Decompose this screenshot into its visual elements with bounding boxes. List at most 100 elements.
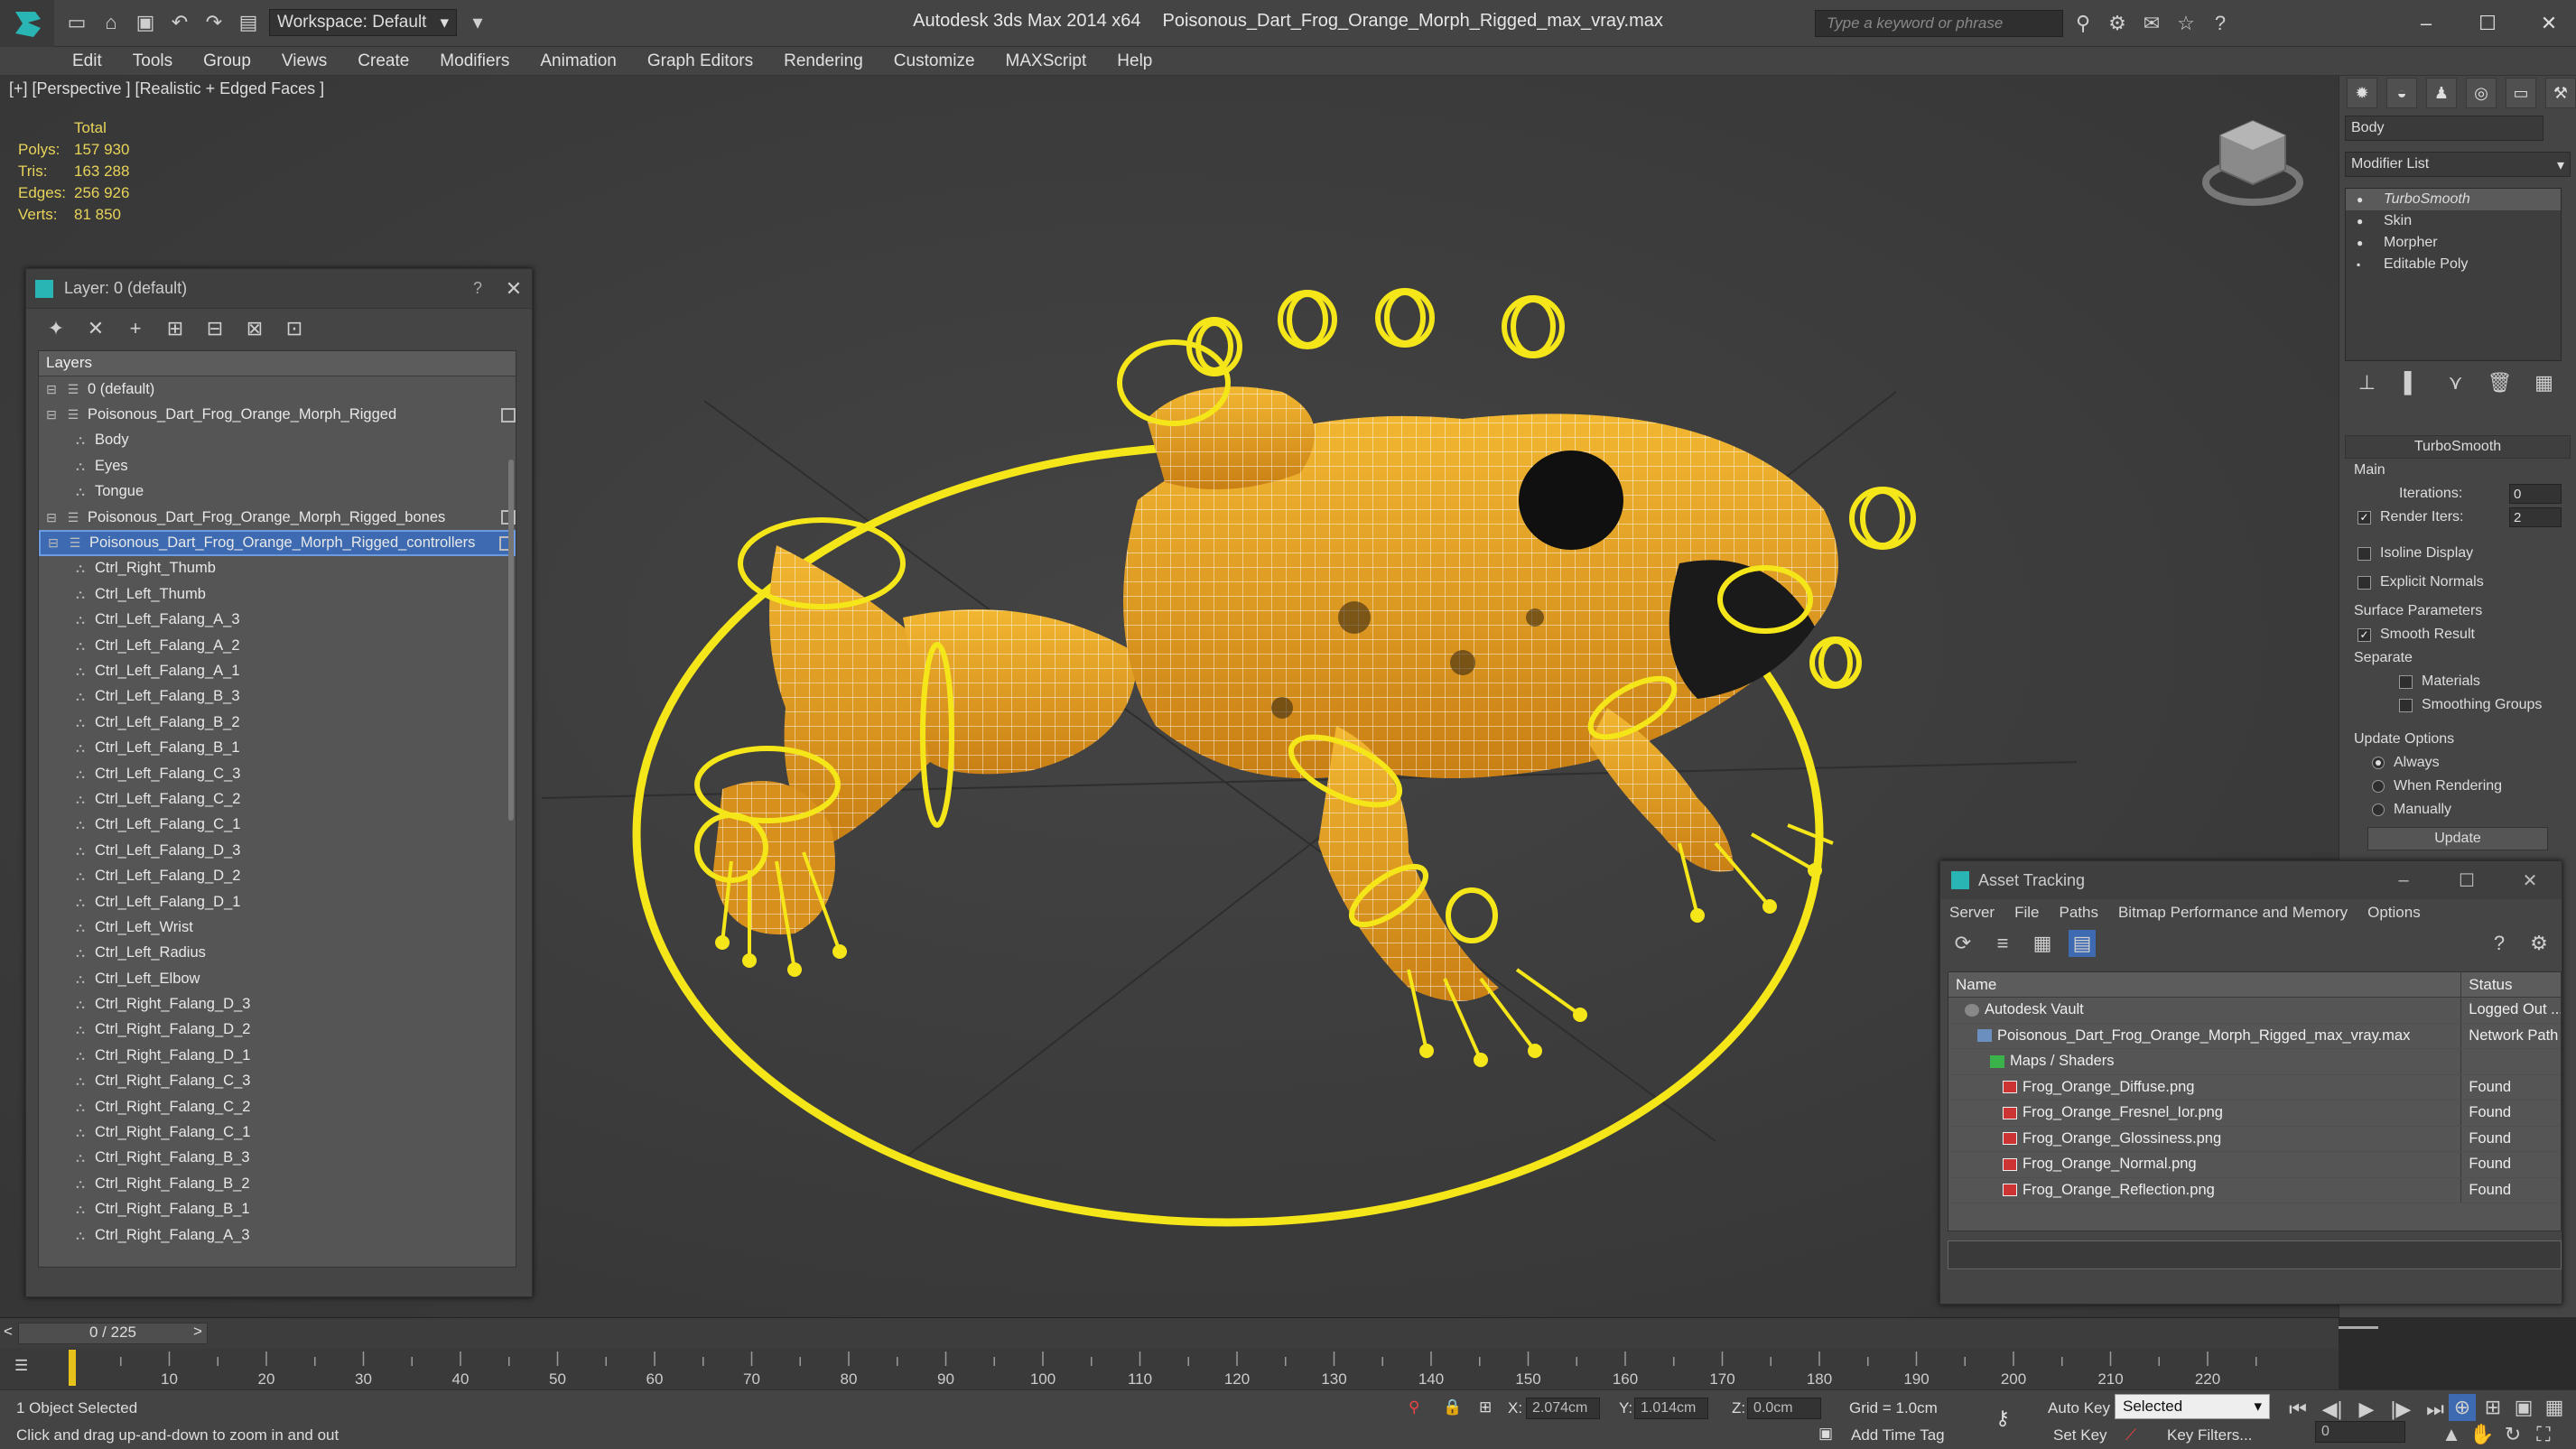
viewcube-icon[interactable] bbox=[2199, 112, 2307, 211]
binoculars-icon[interactable]: ⚲ bbox=[2069, 10, 2097, 37]
previous-key-icon[interactable]: ◀︎| bbox=[2319, 1396, 2346, 1423]
utilities-tab-icon[interactable]: ⚒ bbox=[2545, 78, 2576, 108]
object-row[interactable]: ⛬ Body bbox=[39, 428, 516, 453]
asset-tracking-window[interactable]: Asset Tracking – ☐ ✕ Server File Paths B… bbox=[1939, 860, 2562, 1329]
make-unique-icon[interactable]: ⋎ bbox=[2442, 369, 2469, 396]
expand-icon[interactable]: ⊟ bbox=[44, 382, 59, 396]
set-key-icon[interactable]: ⚷ bbox=[1995, 1407, 2010, 1430]
object-row[interactable]: ⛬ Ctrl_Right_Thumb bbox=[39, 556, 516, 581]
asset-row[interactable]: Frog_Orange_Reflection.png Found bbox=[1948, 1177, 2561, 1203]
highlight-layer-icon[interactable]: ⊟ bbox=[201, 315, 228, 342]
rollout-title[interactable]: TurboSmooth bbox=[2345, 435, 2571, 459]
favorites-star-icon[interactable]: ☆ bbox=[2172, 10, 2199, 37]
object-row[interactable]: ⛬ Ctrl_Left_Falang_C_3 bbox=[39, 761, 516, 786]
iterations-spinner[interactable]: 0 bbox=[2509, 484, 2562, 504]
transform-mode-icon[interactable]: ⊞ bbox=[1479, 1398, 1492, 1416]
display-tab-icon[interactable]: ▭ bbox=[2506, 78, 2536, 108]
delete-layer-icon[interactable]: ✕ bbox=[82, 315, 109, 342]
x-coordinate-field[interactable]: 2.074cm bbox=[1526, 1398, 1600, 1419]
asset-row[interactable]: Autodesk Vault Logged Out ... bbox=[1948, 998, 2561, 1024]
menu-customize[interactable]: Customize bbox=[894, 51, 975, 71]
freeze-all-icon[interactable]: ⊡ bbox=[281, 315, 308, 342]
asset-table[interactable]: Name Status Autodesk Vault Logged Out ...… bbox=[1948, 971, 2562, 1329]
asset-row[interactable]: Frog_Orange_Normal.png Found bbox=[1948, 1152, 2561, 1178]
object-row[interactable]: ⛬ Ctrl_Right_Falang_A_3 bbox=[39, 1222, 516, 1248]
next-frame-icon[interactable]: > bbox=[193, 1323, 202, 1341]
close-icon[interactable]: ✕ bbox=[496, 277, 532, 301]
menu-tools[interactable]: Tools bbox=[133, 51, 172, 71]
menu-server[interactable]: Server bbox=[1949, 904, 1995, 922]
viewport-label[interactable]: [+] [Perspective ] [Realistic + Edged Fa… bbox=[9, 79, 324, 98]
asset-tracking-titlebar[interactable]: Asset Tracking – ☐ ✕ bbox=[1940, 861, 2562, 899]
menu-animation[interactable]: Animation bbox=[540, 51, 617, 71]
set-key-filters-icon[interactable]: ⟋ bbox=[2125, 1426, 2136, 1444]
smoothing-groups-checkbox[interactable] bbox=[2399, 698, 2413, 712]
menu-rendering[interactable]: Rendering bbox=[784, 51, 863, 71]
object-row[interactable]: ⛬ Ctrl_Left_Falang_D_2 bbox=[39, 863, 516, 888]
object-row[interactable]: ⛬ Ctrl_Right_Falang_B_1 bbox=[39, 1197, 516, 1222]
menu-create[interactable]: Create bbox=[358, 51, 409, 71]
asset-row[interactable]: Frog_Orange_Fresnel_Ior.png Found bbox=[1948, 1101, 2561, 1127]
field-of-view-icon[interactable]: ▲ bbox=[2438, 1421, 2465, 1448]
pin-stack-icon[interactable]: ⊥ bbox=[2354, 369, 2381, 396]
lightbulb-icon[interactable]: ● bbox=[2357, 215, 2369, 228]
configure-sets-icon[interactable]: ▦ bbox=[2531, 369, 2558, 396]
object-row[interactable]: ⛬ Ctrl_Right_Falang_B_3 bbox=[39, 1146, 516, 1171]
app-logo-icon[interactable] bbox=[0, 0, 54, 47]
layer-explorer-panel[interactable]: Layer: 0 (default) ? ✕ ✦ ✕ + ⊞ ⊟ ⊠ ⊡ Lay… bbox=[25, 268, 533, 1297]
layer-row[interactable]: ⊟ ☰ 0 (default) bbox=[39, 376, 516, 402]
object-row[interactable]: ⛬ Ctrl_Right_Falang_C_1 bbox=[39, 1119, 516, 1145]
layer-panel-titlebar[interactable]: Layer: 0 (default) ? ✕ bbox=[26, 269, 532, 309]
open-file-icon[interactable]: ⌂ bbox=[98, 9, 125, 36]
time-slider[interactable]: 0 / 225 bbox=[18, 1323, 208, 1344]
explicit-normals-checkbox[interactable] bbox=[2357, 575, 2371, 590]
select-objects-icon[interactable]: ⊞ bbox=[162, 315, 189, 342]
menu-options[interactable]: Options bbox=[2367, 904, 2421, 922]
settings-icon[interactable]: ⚙ bbox=[2525, 930, 2553, 957]
menu-maxscript[interactable]: MAXScript bbox=[1006, 51, 1087, 71]
isoline-checkbox[interactable] bbox=[2357, 546, 2371, 561]
stack-item-editable-poly[interactable]: ▪ Editable Poly bbox=[2346, 254, 2561, 275]
minimize-icon[interactable]: – bbox=[2408, 5, 2444, 42]
create-layer-icon[interactable]: ✦ bbox=[42, 315, 70, 342]
isolate-icon[interactable]: ⚲ bbox=[1409, 1398, 1419, 1416]
close-icon[interactable]: ✕ bbox=[2498, 869, 2562, 892]
current-layer-checkbox[interactable] bbox=[501, 407, 516, 423]
object-row[interactable]: ⛬ Ctrl_Left_Falang_A_1 bbox=[39, 658, 516, 683]
layer-row[interactable]: ⊟ ☰ Poisonous_Dart_Frog_Orange_Morph_Rigge… bbox=[39, 402, 516, 427]
auto-key-button[interactable]: Auto Key bbox=[2048, 1399, 2110, 1417]
create-tab-icon[interactable]: ✹ bbox=[2347, 78, 2377, 108]
maximize-icon[interactable]: ☐ bbox=[2469, 5, 2506, 42]
object-row[interactable]: ⛬ Ctrl_Left_Falang_D_1 bbox=[39, 889, 516, 915]
redo-icon[interactable]: ↷ bbox=[200, 9, 228, 36]
thumbnail-view-icon[interactable]: ▦ bbox=[2029, 930, 2056, 957]
object-row[interactable]: ⛬ Ctrl_Right_Falang_D_3 bbox=[39, 991, 516, 1017]
modifier-stack[interactable]: ● TurboSmooth ● Skin ● Morpher ▪ Editable Po… bbox=[2345, 188, 2562, 361]
asset-row[interactable]: Frog_Orange_Glossiness.png Found bbox=[1948, 1126, 2561, 1152]
prev-frame-icon[interactable]: < bbox=[4, 1323, 13, 1341]
help-icon[interactable]: ? bbox=[2486, 930, 2513, 957]
track-bar[interactable]: ☰ 10 20 30 40 50 60 70 80 90 100 110 120 130 140 150 16… bbox=[0, 1348, 2339, 1389]
status-column-header[interactable]: Status bbox=[2461, 972, 2561, 997]
modifier-list-dropdown[interactable]: Modifier List ▾ bbox=[2345, 152, 2571, 177]
remove-modifier-icon[interactable]: 🗑 bbox=[2487, 369, 2514, 396]
object-row[interactable]: ⛬ Ctrl_Left_Falang_D_3 bbox=[39, 838, 516, 863]
object-row[interactable]: ⛬ Ctrl_Left_Radius bbox=[39, 941, 516, 966]
object-row[interactable]: ⛬ Ctrl_Left_Falang_A_2 bbox=[39, 633, 516, 658]
maximize-icon[interactable]: ☐ bbox=[2435, 869, 2498, 892]
subscription-icon[interactable]: ⚙ bbox=[2104, 10, 2131, 37]
object-row[interactable]: ⛬ Ctrl_Left_Thumb bbox=[39, 581, 516, 607]
list-view-icon[interactable]: ≡ bbox=[1989, 930, 2016, 957]
zoom-icon[interactable]: ⊕ bbox=[2449, 1394, 2476, 1421]
expand-icon[interactable]: ⊟ bbox=[44, 407, 59, 423]
object-row[interactable]: ⛬ Ctrl_Left_Falang_B_3 bbox=[39, 684, 516, 710]
stack-item-turbosmooth[interactable]: ● TurboSmooth bbox=[2346, 189, 2561, 210]
object-row[interactable]: ⛬ Ctrl_Left_Falang_A_3 bbox=[39, 608, 516, 633]
hide-all-icon[interactable]: ⊠ bbox=[241, 315, 268, 342]
layer-row[interactable]: ⊟ ☰ Poisonous_Dart_Frog_Orange_Morph_Rigge… bbox=[39, 505, 516, 530]
menu-views[interactable]: Views bbox=[282, 51, 327, 71]
expand-icon[interactable]: ⊟ bbox=[44, 510, 59, 525]
go-to-start-icon[interactable]: ⏮ bbox=[2284, 1396, 2311, 1423]
expand-icon[interactable]: ▪ bbox=[2357, 258, 2369, 271]
save-icon[interactable]: ▣ bbox=[132, 9, 159, 36]
